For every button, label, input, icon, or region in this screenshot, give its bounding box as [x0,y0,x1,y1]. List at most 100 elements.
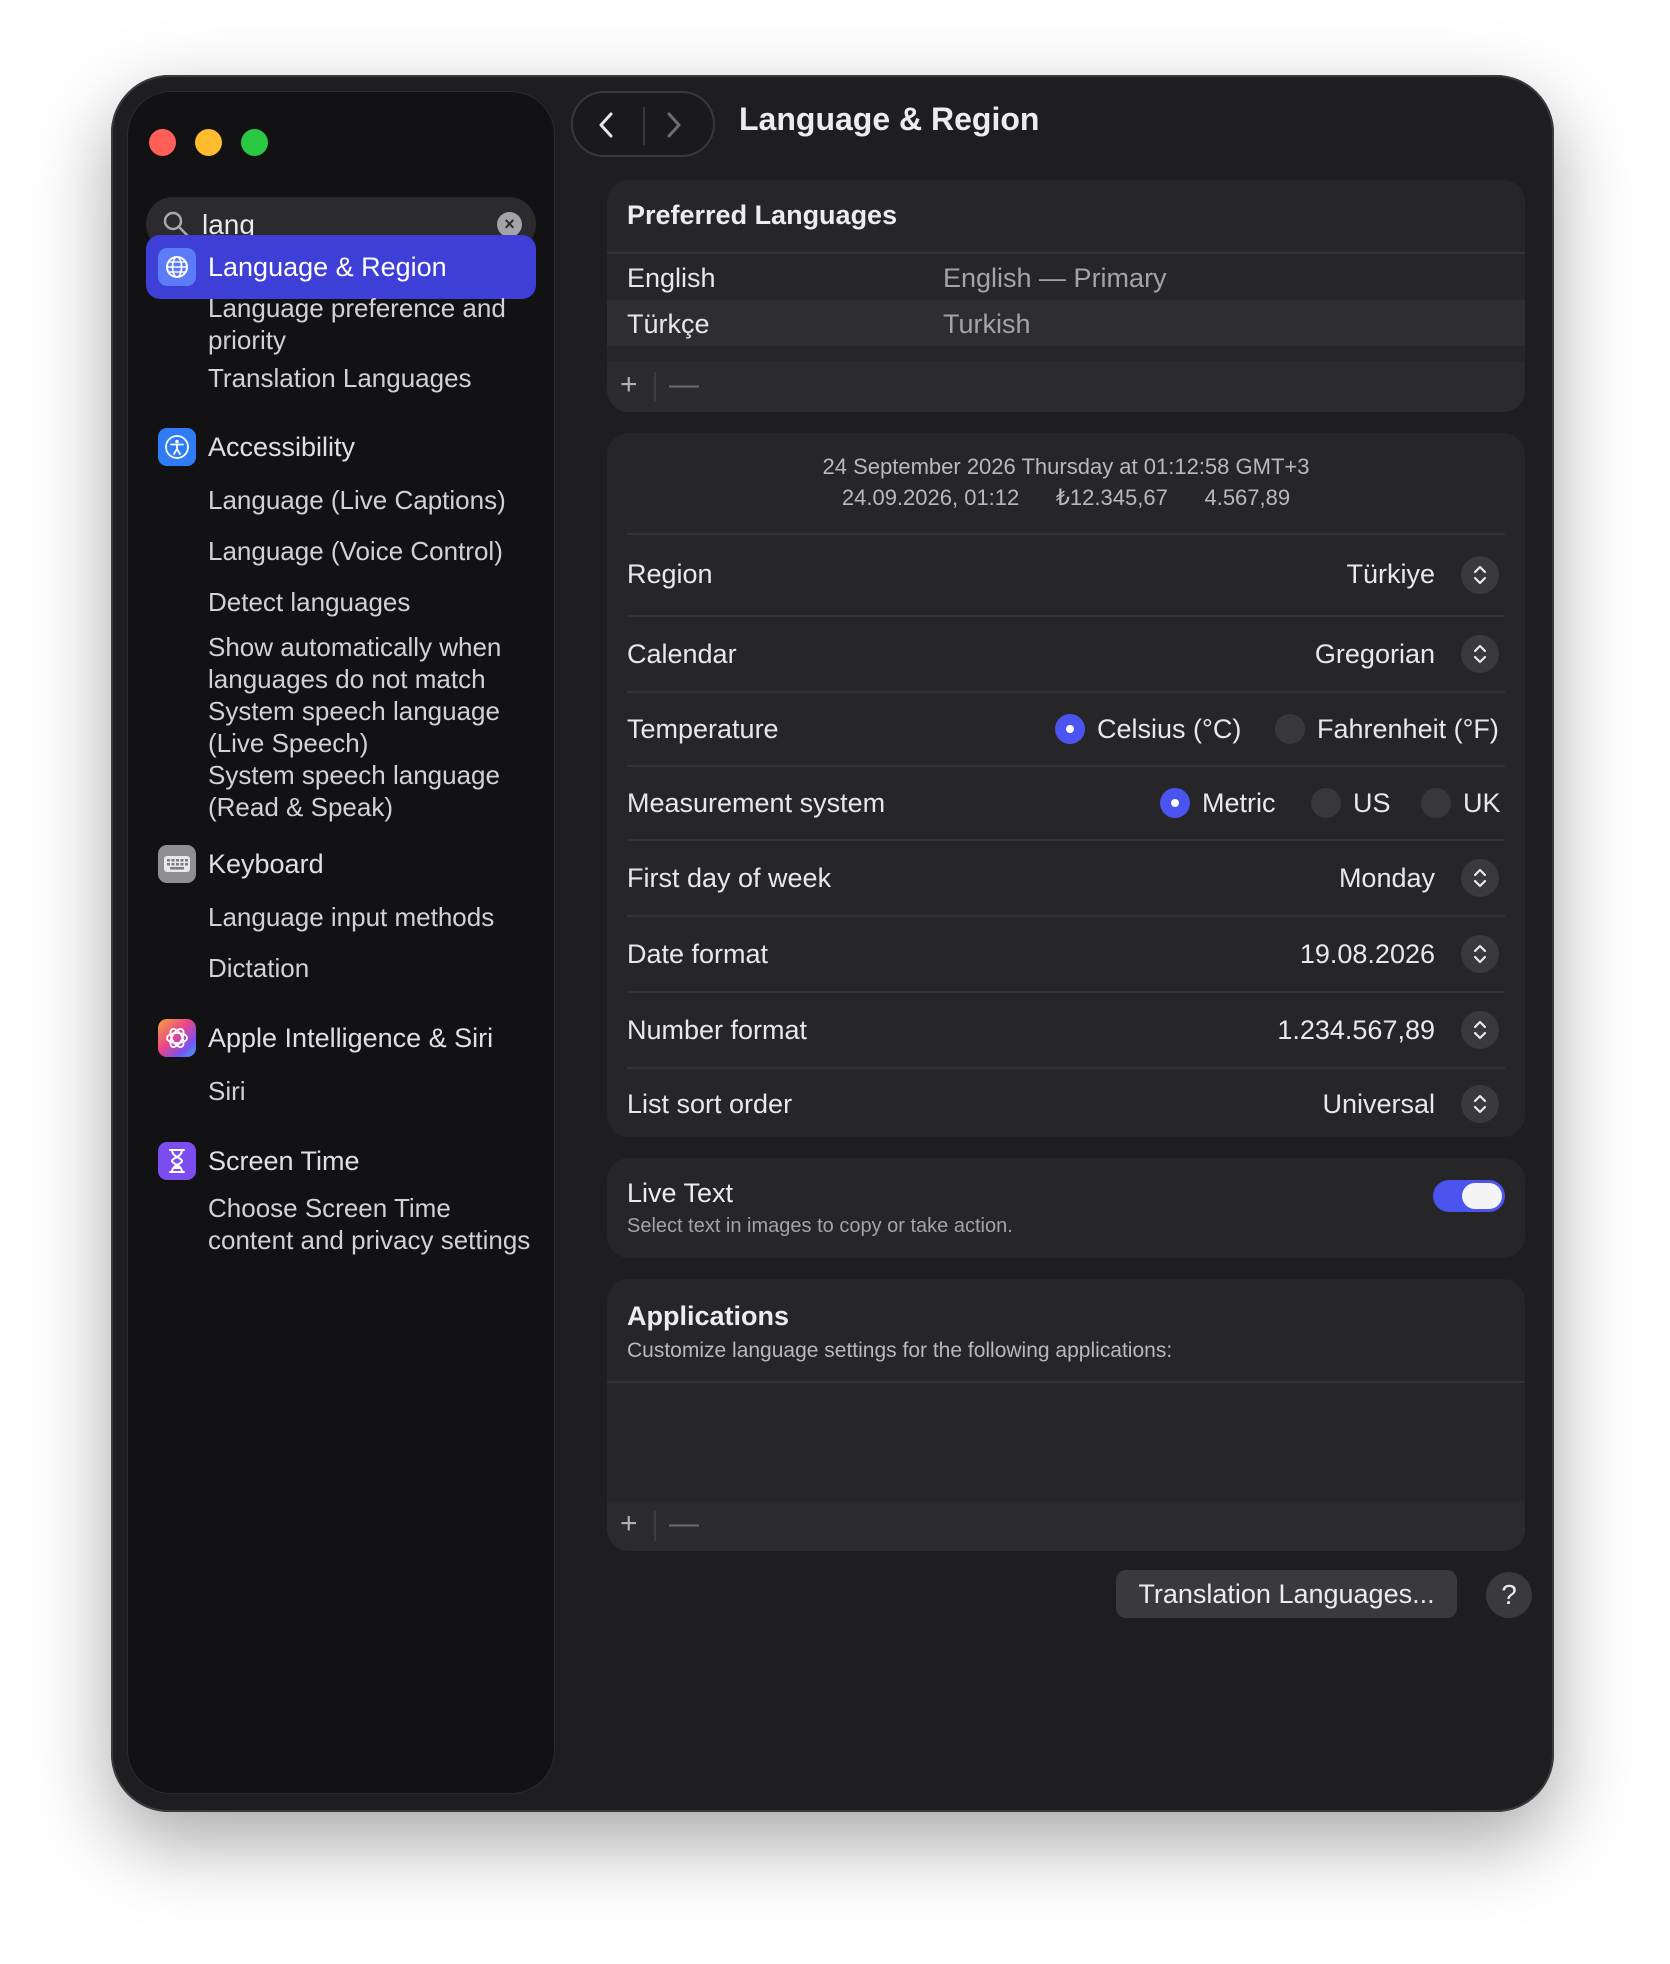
sidebar: × Language & Region Language preference … [127,91,555,1794]
sidebar-subitem[interactable]: System speech language (Live Speech) [208,695,538,759]
sidebar-item-label: Screen Time [208,1145,360,1176]
format-preview-line: 24 September 2026 Thursday at 01:12:58 G… [822,454,1310,479]
sidebar-subitem[interactable]: Language preference and priority [208,292,538,356]
sidebar-item-language-region[interactable]: Language & Region [146,235,536,299]
sidebar-subitem[interactable]: Language input methods [208,901,538,933]
sidebar-item-screen-time[interactable]: Screen Time [146,1129,536,1193]
region-row[interactable]: Region Türkiye [607,535,1525,615]
radio-label: Fahrenheit (°F) [1317,714,1499,744]
chevron-up-down-icon [1473,1094,1487,1114]
remove-language-button[interactable]: — [669,368,699,402]
chevron-up-down-icon [1473,944,1487,964]
uk-radio[interactable] [1421,788,1451,818]
region-stepper[interactable] [1461,556,1499,594]
region-value: Türkiye [1346,559,1435,589]
sidebar-item-label: Apple Intelligence & Siri [208,1022,494,1053]
sidebar-item-label: Keyboard [208,848,324,879]
date-format-row[interactable]: Date format 19.08.2026 [607,917,1525,991]
sort-order-row[interactable]: List sort order Universal [607,1069,1525,1137]
keyboard-icon [158,845,196,883]
chevron-left-icon[interactable] [595,111,619,139]
sidebar-item-keyboard[interactable]: Keyboard [146,832,536,896]
divider [654,1511,656,1541]
language-name: English [627,263,716,293]
language-detail: Turkish [943,309,1031,339]
search-icon [163,211,189,237]
calendar-value: Gregorian [1314,639,1435,669]
zoom-window-button[interactable] [241,129,268,156]
sidebar-item-label: Accessibility [208,431,356,462]
translation-languages-button[interactable]: Translation Languages... [1116,1570,1457,1618]
help-button[interactable]: ? [1486,1572,1532,1618]
first-day-value: Monday [1338,863,1435,893]
sidebar-subitem[interactable]: Language (Voice Control) [208,535,538,567]
date-format-stepper[interactable] [1461,935,1499,973]
page-title: Language & Region [739,101,1040,137]
number-format-value: 1.234.567,89 [1277,1015,1435,1045]
celsius-radio[interactable] [1055,714,1085,744]
radio-label: UK [1463,788,1501,818]
chevron-right-icon[interactable] [661,111,685,139]
number-format-row[interactable]: Number format 1.234.567,89 [607,993,1525,1067]
divider [654,372,656,402]
live-text-card: Live Text Select text in images to copy … [607,1158,1525,1258]
sidebar-subitem[interactable]: Siri [208,1075,538,1107]
row-label: First day of week [627,863,832,893]
sidebar-subitem[interactable]: Translation Languages [208,362,538,394]
sidebar-subitem[interactable]: Detect languages [208,586,538,618]
number-format-stepper[interactable] [1461,1011,1499,1049]
row-label: List sort order [627,1089,793,1119]
radio-label: Metric [1202,788,1276,818]
live-text-title: Live Text [627,1178,734,1208]
hourglass-icon [158,1142,196,1180]
measurement-row: Measurement system Metric US UK [607,767,1525,839]
format-preview-line: 24.09.2026, 01:12 ₺12.345,67 4.567,89 [841,485,1291,510]
close-window-button[interactable] [149,129,176,156]
calendar-row[interactable]: Calendar Gregorian [607,617,1525,691]
first-day-row[interactable]: First day of week Monday [607,841,1525,915]
language-name: Türkçe [627,309,710,339]
applications-card: Applications Customize language settings… [607,1279,1525,1551]
sidebar-item-apple-intelligence-siri[interactable]: Apple Intelligence & Siri [146,1006,536,1070]
live-text-description: Select text in images to copy or take ac… [627,1215,1013,1237]
calendar-stepper[interactable] [1461,635,1499,673]
add-application-button[interactable]: + [620,1507,638,1541]
applications-list[interactable] [607,1383,1525,1501]
date-format-value: 19.08.2026 [1299,939,1435,969]
content-pane: Language & Region Preferred Languages En… [571,75,1554,1812]
us-radio[interactable] [1311,788,1341,818]
chevron-up-down-icon [1473,644,1487,664]
chevron-up-down-icon [1473,868,1487,888]
fahrenheit-radio[interactable] [1275,714,1305,744]
remove-application-button[interactable]: — [669,1507,699,1541]
sidebar-item-accessibility[interactable]: Accessibility [146,415,536,479]
live-text-toggle[interactable] [1433,1180,1505,1212]
row-label: Measurement system [627,788,886,818]
sidebar-subitem[interactable]: Dictation [208,952,538,984]
temperature-row: Temperature Celsius (°C) Fahrenheit (°F) [607,693,1525,765]
language-row-turkce[interactable]: Türkçe Turkish [607,300,1525,346]
metric-radio[interactable] [1160,788,1190,818]
clear-search-icon[interactable]: × [497,212,522,237]
first-day-stepper[interactable] [1461,859,1499,897]
language-detail: English — Primary [943,263,1167,293]
add-language-button[interactable]: + [620,368,638,402]
sidebar-subitem[interactable]: Choose Screen Time content and privacy s… [208,1192,538,1256]
language-row-english[interactable]: English English — Primary [607,254,1525,300]
sort-order-stepper[interactable] [1461,1085,1499,1123]
region-format-card: 24 September 2026 Thursday at 01:12:58 G… [607,433,1525,1137]
row-label: Date format [627,939,769,969]
sidebar-item-label: Language & Region [208,251,447,282]
row-label: Region [627,559,713,589]
section-title: Preferred Languages [627,200,898,230]
sidebar-subitem[interactable]: System speech language (Read & Speak) [208,759,538,823]
sidebar-subitem[interactable]: Language (Live Captions) [208,484,538,516]
row-label: Calendar [627,639,737,669]
globe-icon [158,248,196,286]
section-description: Customize language settings for the foll… [627,1339,1173,1362]
minimize-window-button[interactable] [195,129,222,156]
row-label: Number format [627,1015,808,1045]
sort-order-value: Universal [1322,1089,1435,1119]
section-title: Applications [627,1301,790,1331]
sidebar-subitem[interactable]: Show automatically when languages do not… [208,631,538,695]
